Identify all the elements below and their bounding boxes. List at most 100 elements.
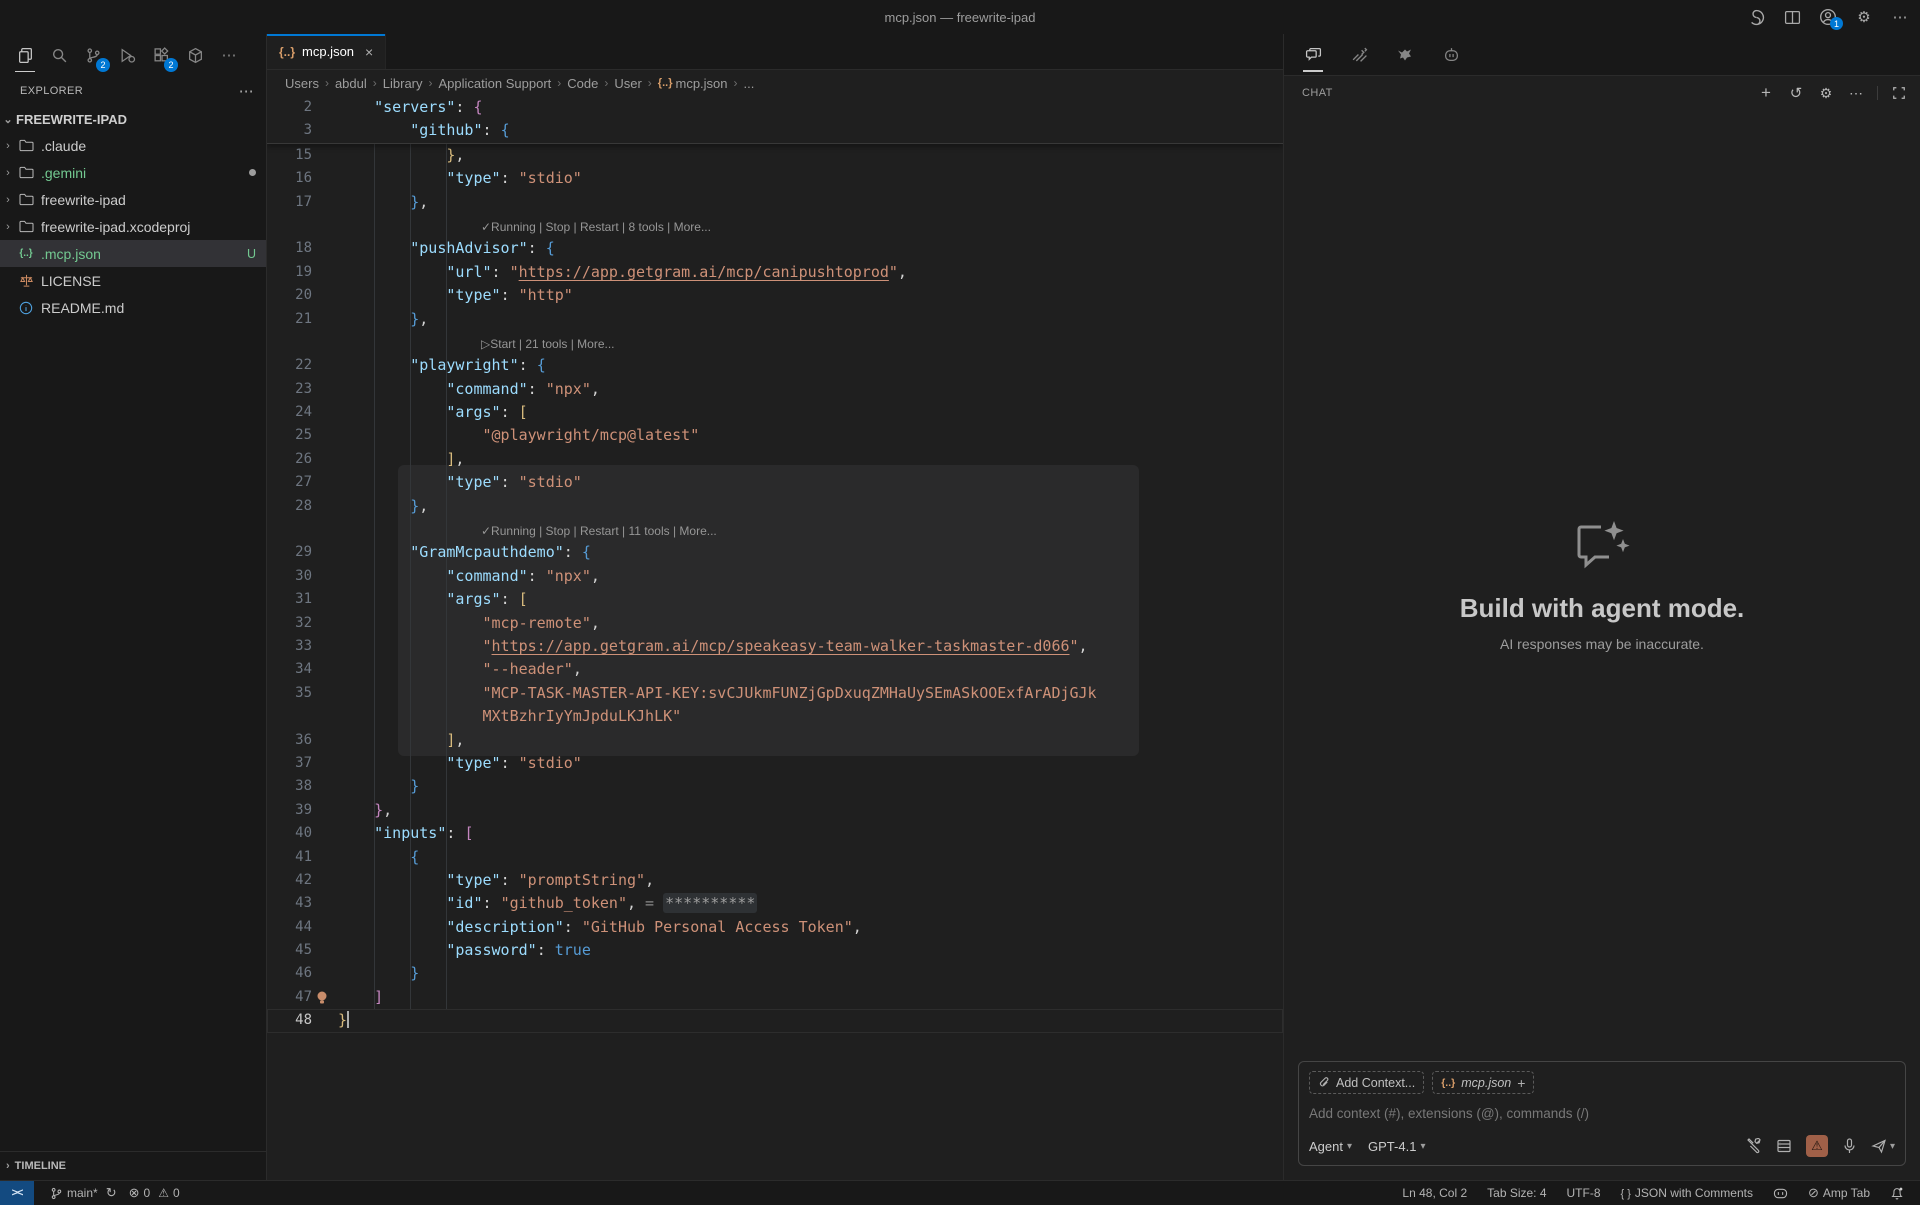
status-item-ln-48-col-2[interactable]: Ln 48, Col 2 (1396, 1182, 1473, 1204)
explorer-icon[interactable] (10, 40, 40, 70)
code-line[interactable]: 32 "mcp-remote", (267, 612, 1283, 635)
code-line[interactable]: 35 "MCP-TASK-MASTER-API-KEY:svCJUkmFUNZj… (267, 682, 1283, 705)
code-line[interactable]: 21 }, (267, 308, 1283, 331)
code-line[interactable]: 41 { (267, 846, 1283, 869)
tree-item-readme-md[interactable]: README.md (0, 294, 266, 321)
code-line[interactable]: 36 ], (267, 729, 1283, 752)
microphone-icon[interactable] (1842, 1138, 1857, 1154)
code-line[interactable]: 46 } (267, 962, 1283, 985)
copilot-icon[interactable] (1746, 7, 1766, 27)
mode-select[interactable]: Agent ▾ (1309, 1139, 1352, 1154)
code-line[interactable]: 3 "github": { (267, 119, 1283, 142)
code-line[interactable]: 29 "GramMcpauthdemo": { (267, 541, 1283, 564)
tree-item--claude[interactable]: ›.claude (0, 132, 266, 159)
branch-status[interactable]: main* ↻ (44, 1182, 123, 1204)
chat-input-box[interactable]: Add Context... {..} mcp.json + Add conte… (1298, 1061, 1906, 1166)
code-editor[interactable]: 2 "servers": {3 "github": { 15 },16 "typ… (267, 96, 1283, 1180)
breadcrumb-item[interactable]: Application Support (439, 76, 552, 91)
breadcrumb-item[interactable]: Users (285, 76, 319, 91)
status-item[interactable] (1767, 1182, 1794, 1204)
warning-icon[interactable]: ⚠ (1806, 1135, 1828, 1157)
settings-gear-icon[interactable]: ⚙ (1854, 7, 1874, 27)
sync-icon[interactable]: ↻ (106, 1185, 117, 1201)
tree-item-freewrite-ipad-xcodeproj[interactable]: ›freewrite-ipad.xcodeproj (0, 213, 266, 240)
code-line[interactable]: 25 "@playwright/mcp@latest" (267, 424, 1283, 447)
tree-item--gemini[interactable]: ›.gemini (0, 159, 266, 186)
tree-item-license[interactable]: LICENSE (0, 267, 266, 294)
code-line[interactable]: 15 }, (267, 144, 1283, 167)
tree-item--mcp-json[interactable]: {..}.mcp.jsonU (0, 240, 266, 267)
problems-status[interactable]: ⊗ 0 ⚠ 0 (123, 1182, 186, 1204)
code-line[interactable]: 16 "type": "stdio" (267, 167, 1283, 190)
status-item[interactable] (1884, 1182, 1910, 1204)
explorer-more-icon[interactable]: ⋯ (239, 82, 254, 100)
code-line[interactable]: 22 "playwright": { (267, 354, 1283, 377)
breadcrumb-item[interactable]: Library (383, 76, 423, 91)
arrows-icon[interactable] (1344, 40, 1374, 70)
breadcrumb-item[interactable]: abdul (335, 76, 367, 91)
code-line[interactable]: MXtBzhrIyYmJpduLKJhLK" (267, 705, 1283, 728)
code-line[interactable]: 17 }, (267, 191, 1283, 214)
code-line[interactable]: 40 "inputs": [ (267, 822, 1283, 845)
code-line[interactable]: 23 "command": "npx", (267, 378, 1283, 401)
breadcrumb-item[interactable]: ... (744, 76, 755, 91)
code-line[interactable]: 18 "pushAdvisor": { (267, 237, 1283, 260)
chat-more-icon[interactable]: ⋯ (1847, 84, 1865, 102)
code-line[interactable]: 2 "servers": { (267, 96, 1283, 119)
add-context-button[interactable]: Add Context... (1309, 1071, 1424, 1094)
code-line[interactable]: 27 "type": "stdio" (267, 471, 1283, 494)
source-control-icon[interactable]: 2 (78, 40, 108, 70)
code-line[interactable]: 39 }, (267, 799, 1283, 822)
history-icon[interactable]: ↺ (1787, 84, 1805, 102)
code-line[interactable]: 37 "type": "stdio" (267, 752, 1283, 775)
search-icon[interactable] (44, 40, 74, 70)
code-line[interactable]: 43 "id": "github_token", = ********** (267, 892, 1283, 915)
codelens-actions[interactable]: ▷Start | 21 tools | More... (267, 331, 1283, 354)
status-item-json-with-comments[interactable]: { }JSON with Comments (1615, 1182, 1759, 1204)
code-line[interactable]: 26 ], (267, 448, 1283, 471)
code-line[interactable]: 48} (267, 1009, 1283, 1032)
code-line[interactable]: 42 "type": "promptString", (267, 869, 1283, 892)
split-editor-icon[interactable] (1782, 7, 1802, 27)
close-icon[interactable]: × (365, 44, 373, 60)
chat-settings-icon[interactable]: ⚙ (1817, 84, 1835, 102)
extensions-icon[interactable]: 2 (146, 40, 176, 70)
status-item-amp-tab[interactable]: ⊘Amp Tab (1802, 1182, 1876, 1204)
code-line[interactable]: 30 "command": "npx", (267, 565, 1283, 588)
lightbulb-icon[interactable] (315, 990, 329, 1005)
code-line[interactable]: 44 "description": "GitHub Personal Acces… (267, 916, 1283, 939)
breadcrumb-item[interactable]: mcp.json (675, 76, 727, 91)
chat-input-placeholder[interactable]: Add context (#), extensions (@), command… (1309, 1106, 1895, 1121)
account-icon[interactable]: 1 (1818, 7, 1838, 27)
kangaroo-icon[interactable] (1390, 40, 1420, 70)
layout-more-icon[interactable]: ⋯ (1890, 7, 1910, 27)
code-line[interactable]: 45 "password": true (267, 939, 1283, 962)
remote-indicator[interactable]: >< (0, 1181, 34, 1205)
code-line[interactable]: 47 ] (267, 986, 1283, 1009)
code-line[interactable]: 33 "https://app.getgram.ai/mcp/speakeasy… (267, 635, 1283, 658)
timeline-section[interactable]: › TIMELINE (0, 1151, 266, 1180)
code-line[interactable]: 20 "type": "http" (267, 284, 1283, 307)
code-line[interactable]: 19 "url": "https://app.getgram.ai/mcp/ca… (267, 261, 1283, 284)
codelens-actions[interactable]: ✓Running | Stop | Restart | 8 tools | Mo… (267, 214, 1283, 237)
code-line[interactable]: 38 } (267, 775, 1283, 798)
model-select[interactable]: GPT-4.1 ▾ (1368, 1139, 1425, 1154)
codelens-actions[interactable]: ✓Running | Stop | Restart | 11 tools | M… (267, 518, 1283, 541)
code-line[interactable]: 28 }, (267, 495, 1283, 518)
breadcrumb-item[interactable]: Code (567, 76, 598, 91)
code-line[interactable]: 34 "--header", (267, 658, 1283, 681)
send-button[interactable]: ▾ (1871, 1138, 1895, 1154)
server-icon[interactable] (1776, 1138, 1792, 1154)
chat-icon[interactable] (1298, 40, 1328, 70)
remote-explorer-icon[interactable] (180, 40, 210, 70)
activity-more-icon[interactable]: ⋯ (214, 40, 244, 70)
tree-item-freewrite-ipad[interactable]: ›freewrite-ipad (0, 186, 266, 213)
breadcrumb-item[interactable]: User (614, 76, 641, 91)
tools-icon[interactable] (1746, 1138, 1762, 1154)
breadcrumb[interactable]: Users›abdul›Library›Application Support›… (267, 70, 1283, 96)
code-line[interactable]: 24 "args": [ (267, 401, 1283, 424)
robot-icon[interactable] (1436, 40, 1466, 70)
run-debug-icon[interactable] (112, 40, 142, 70)
code-line[interactable]: 31 "args": [ (267, 588, 1283, 611)
tree-root-folder[interactable]: ⌄ FREEWRITE-IPAD (0, 106, 266, 132)
